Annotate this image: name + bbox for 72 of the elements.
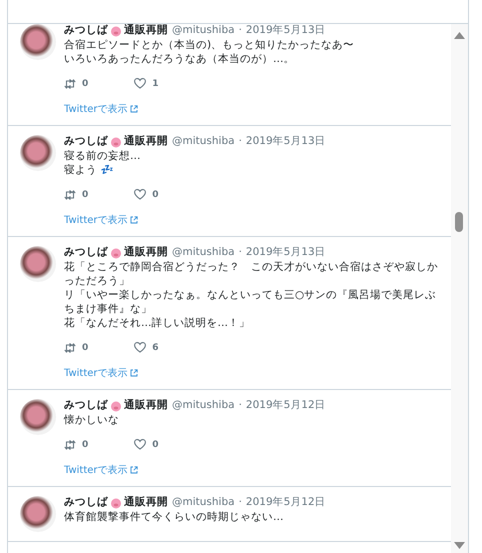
tweet-handle[interactable]: @mitushiba [172,135,235,148]
scrollbar[interactable] [451,24,468,553]
heart-icon[interactable] [134,78,146,89]
view-on-twitter-link[interactable]: Twitterで表示 [64,213,138,227]
avatar[interactable] [20,399,56,435]
tweet-handle[interactable]: @mitushiba [172,246,235,259]
like-count: 1 [152,78,159,88]
separator-dot: · [238,399,242,412]
view-on-twitter-link[interactable]: Twitterで表示 [64,366,138,380]
pig-icon [110,136,122,148]
scroll-up-icon[interactable] [454,32,465,39]
pig-icon [110,496,122,508]
scroll-thumb[interactable] [455,212,463,232]
user-name[interactable]: みつしば [64,496,108,509]
view-on-twitter-link[interactable]: Twitterで表示 [64,102,138,116]
heart-icon[interactable] [134,439,146,450]
user-name[interactable]: みつしば [64,24,108,37]
tweet-text: 花「なんだそれ…詳しい説明を…！」 [64,316,251,330]
avatar[interactable] [20,496,56,532]
separator-dot: · [238,135,242,148]
avatar[interactable] [20,135,56,171]
heart-icon[interactable] [134,342,146,353]
pig-icon [110,24,122,36]
avatar[interactable] [20,246,56,282]
heart-icon[interactable] [134,189,146,200]
pig-icon [110,400,122,412]
external-link-icon [130,369,138,377]
retweet-count: 0 [82,440,88,450]
retweet-icon[interactable] [64,440,76,450]
tweet-text: 花「ところで静岡合宿どうだった？ この天才がいない合宿はさぞや寂しかっただろう」 [64,260,439,288]
user-name[interactable]: みつしば [64,399,108,412]
tweet-date[interactable]: 2019年5月13日 [246,24,326,37]
retweet-count: 0 [82,190,88,200]
retweet-icon[interactable] [64,342,76,352]
avatar[interactable] [20,24,56,60]
name-suffix: 通販再開 [124,399,168,412]
name-suffix: 通販再開 [124,496,168,509]
retweet-icon[interactable] [64,190,76,200]
external-link-icon [130,216,138,224]
tweet-text: 懐かしいな [64,413,120,427]
tweet-handle[interactable]: @mitushiba [172,496,235,509]
user-name[interactable]: みつしば [64,135,108,148]
like-count: 6 [152,342,159,352]
tweet-date[interactable]: 2019年5月12日 [246,496,326,509]
pig-icon [110,246,122,258]
scroll-down-icon[interactable] [454,542,465,549]
like-count: 0 [152,190,159,200]
name-suffix: 通販再開 [124,135,168,148]
name-suffix: 通販再開 [124,246,168,259]
view-on-twitter-link[interactable]: Twitterで表示 [64,463,138,477]
separator-dot: · [238,246,242,259]
tweet-text: 体育館襲撃事件て今くらいの時期じゃない… [64,510,284,524]
tweet-text: リ「いやー楽しかったなぁ。なんといっても三○サンの『風呂場で美尾レぶちまけ事件』な」 [64,288,438,316]
tweet-text: 寝よう 💤 [64,163,114,177]
retweet-icon[interactable] [64,78,76,88]
tweet-handle[interactable]: @mitushiba [172,399,235,412]
separator-dot: · [238,24,242,37]
name-suffix: 通販再開 [124,24,168,37]
tweet-date[interactable]: 2019年5月13日 [246,246,326,259]
user-name[interactable]: みつしば [64,246,108,259]
tweet-date[interactable]: 2019年5月12日 [246,399,326,412]
tweet-text: 寝る前の妄想… [64,149,142,163]
separator-dot: · [238,496,242,509]
tweet-text: いろいろあったんだろうなあ（本当のが）…。 [64,52,296,66]
tweet-handle[interactable]: @mitushiba [172,24,235,37]
tweet-text: 合宿エピソードとか（本当の)、もっと知りたかったなあ〜 [64,38,356,52]
like-count: 0 [152,440,159,450]
tweet-date[interactable]: 2019年5月13日 [246,135,326,148]
retweet-count: 0 [82,342,88,352]
external-link-icon [130,466,138,474]
retweet-count: 0 [82,78,88,88]
external-link-icon [130,105,138,113]
